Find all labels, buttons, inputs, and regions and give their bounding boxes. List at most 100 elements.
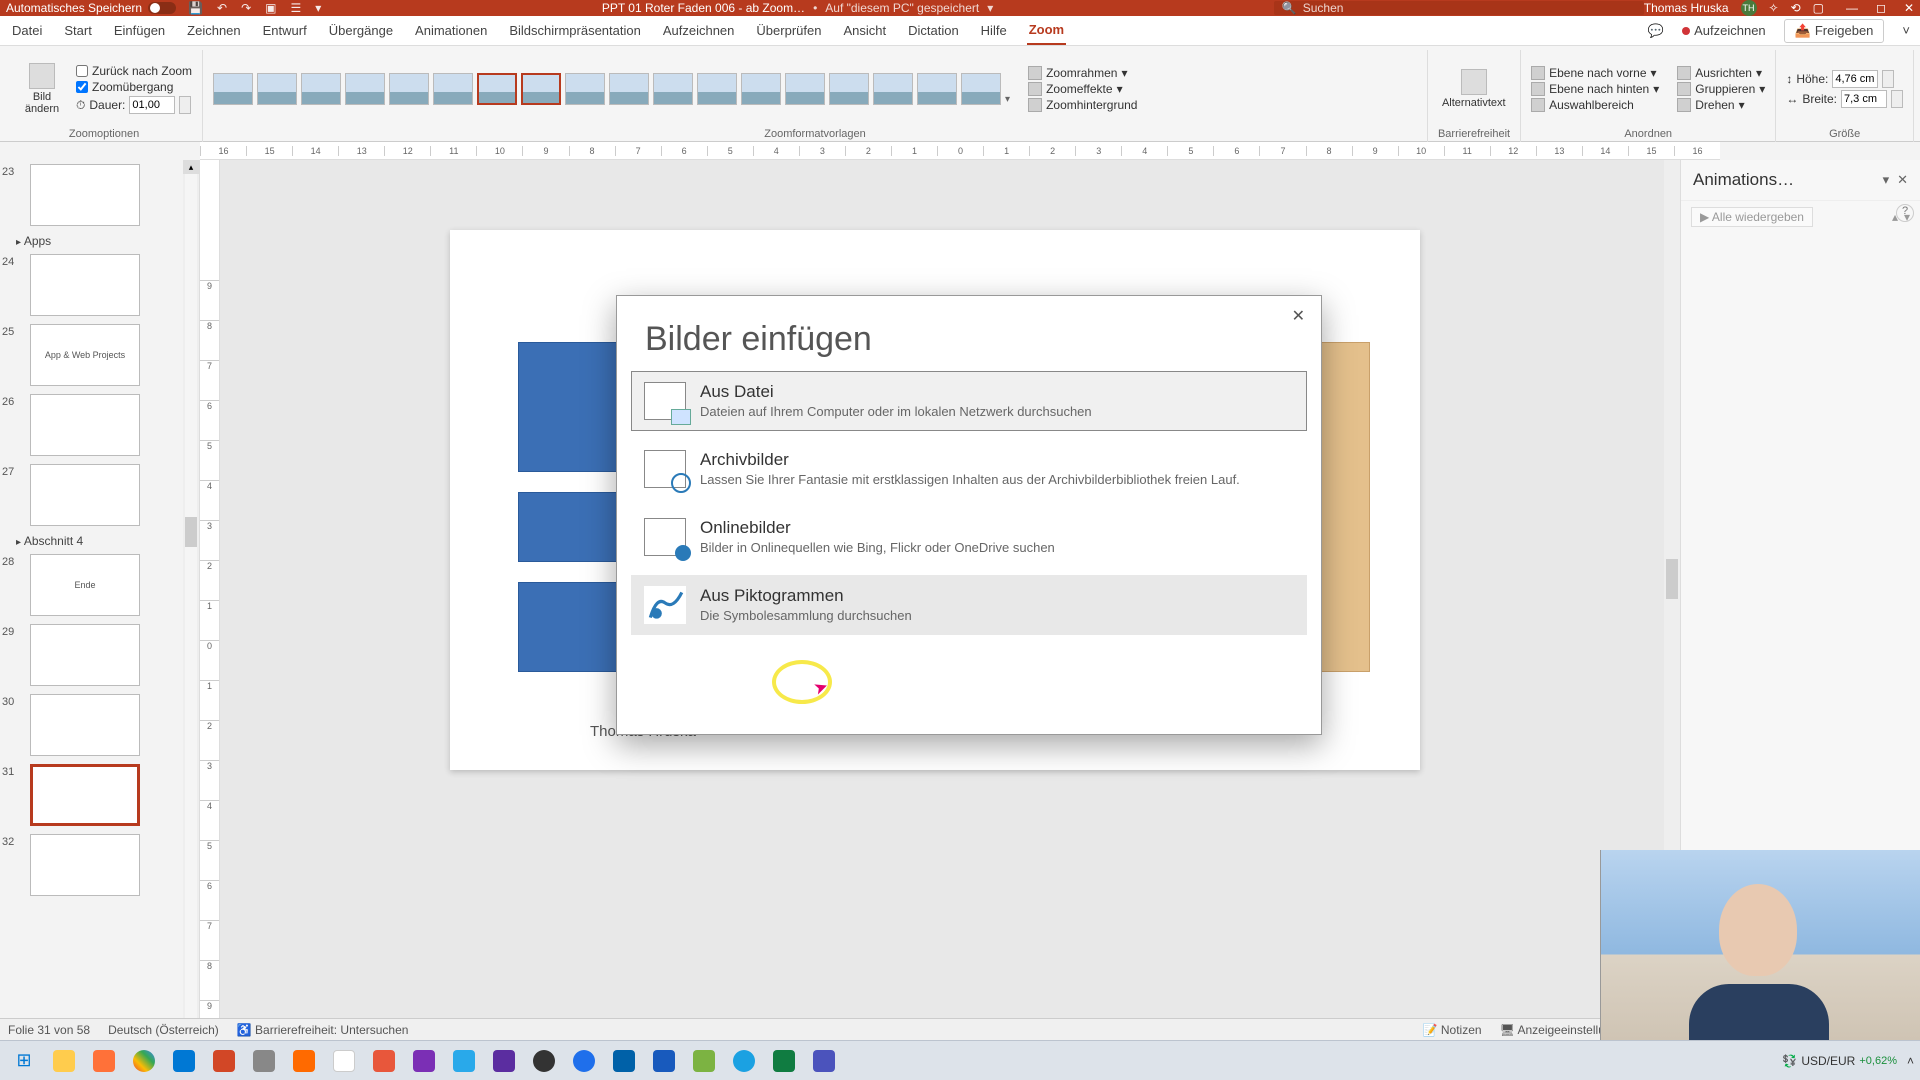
maximize-button[interactable]: ◻: [1876, 1, 1886, 15]
gallery-more-icon[interactable]: ▾: [1005, 94, 1010, 105]
notes-button[interactable]: 📝 Notizen: [1423, 1023, 1482, 1037]
group-button[interactable]: Gruppieren ▾: [1677, 82, 1765, 96]
insert-option-picto[interactable]: Aus PiktogrammenDie Symbolesammlung durc…: [631, 575, 1307, 635]
style-thumb[interactable]: [873, 73, 913, 105]
taskbar-app[interactable]: [246, 1045, 282, 1077]
redo-icon[interactable]: ↷: [241, 1, 251, 15]
return-to-zoom-checkbox[interactable]: Zurück nach Zoom: [76, 64, 192, 78]
style-thumb[interactable]: [653, 73, 693, 105]
taskbar-app[interactable]: [406, 1045, 442, 1077]
taskbar-app[interactable]: [726, 1045, 762, 1077]
send-backward-button[interactable]: Ebene nach hinten ▾: [1531, 82, 1659, 96]
taskbar-app[interactable]: [206, 1045, 242, 1077]
tab-entwurf[interactable]: Entwurf: [261, 17, 309, 44]
zoom-style-gallery[interactable]: ▾: [213, 73, 1010, 105]
tab-uebergaenge[interactable]: Übergänge: [327, 17, 395, 44]
spinner-arrows-icon[interactable]: [1891, 90, 1903, 108]
slide-thumbnail[interactable]: 32: [0, 830, 199, 900]
close-window-button[interactable]: ✕: [1904, 1, 1914, 15]
slide-thumbnail[interactable]: 31: [0, 760, 199, 830]
insert-option-online[interactable]: OnlinebilderBilder in Onlinequellen wie …: [631, 507, 1307, 567]
record-button[interactable]: Aufzeichnen: [1682, 23, 1766, 38]
taskbar-app[interactable]: [486, 1045, 522, 1077]
qat-overflow-icon[interactable]: ▾: [315, 1, 321, 15]
tab-ueberpruefen[interactable]: Überprüfen: [754, 17, 823, 44]
zoombackground-button[interactable]: Zoomhintergrund: [1028, 98, 1137, 112]
tab-animationen[interactable]: Animationen: [413, 17, 489, 44]
style-thumb[interactable]: [785, 73, 825, 105]
slide-thumbnail[interactable]: 25App & Web Projects: [0, 320, 199, 390]
bring-forward-button[interactable]: Ebene nach vorne ▾: [1531, 66, 1659, 80]
selection-pane-button[interactable]: Auswahlbereich: [1531, 98, 1659, 112]
taskbar-app[interactable]: [566, 1045, 602, 1077]
spinner-arrows-icon[interactable]: [1882, 70, 1894, 88]
style-thumb[interactable]: [257, 73, 297, 105]
scroll-thumb[interactable]: [185, 517, 197, 547]
tab-bildschirmpraesentation[interactable]: Bildschirmpräsentation: [507, 17, 643, 44]
style-thumb[interactable]: [609, 73, 649, 105]
taskbar-app[interactable]: [286, 1045, 322, 1077]
style-thumb[interactable]: [345, 73, 385, 105]
tab-zoom[interactable]: Zoom: [1027, 16, 1066, 45]
taskbar-app[interactable]: [446, 1045, 482, 1077]
tab-aufzeichnen[interactable]: Aufzeichnen: [661, 17, 737, 44]
style-thumb[interactable]: [565, 73, 605, 105]
rotate-button[interactable]: Drehen ▾: [1677, 98, 1765, 112]
currency-widget[interactable]: 💱 USD/EUR +0,62%: [1782, 1054, 1897, 1068]
window-mode-icon[interactable]: ▢: [1813, 1, 1824, 15]
autosave-switch-icon[interactable]: [148, 2, 176, 14]
slide-thumbnail[interactable]: 28Ende: [0, 550, 199, 620]
taskbar-app[interactable]: [606, 1045, 642, 1077]
scroll-up-icon[interactable]: ▴: [183, 160, 199, 174]
section-header[interactable]: Abschnitt 4: [0, 530, 199, 550]
taskbar-app[interactable]: [806, 1045, 842, 1077]
help-icon[interactable]: ?: [1896, 204, 1914, 222]
tab-dictation[interactable]: Dictation: [906, 17, 961, 44]
comments-button[interactable]: 💬: [1648, 23, 1664, 39]
zoomeffects-button[interactable]: Zoomeffekte ▾: [1028, 82, 1137, 96]
taskbar-app[interactable]: [526, 1045, 562, 1077]
thumbnails-scrollbar[interactable]: ▴ ▾: [183, 160, 199, 1046]
change-image-button[interactable]: Bild ändern: [16, 61, 68, 117]
scroll-thumb[interactable]: [1666, 559, 1678, 599]
tab-ansicht[interactable]: Ansicht: [841, 17, 888, 44]
share-button[interactable]: 📤 Freigeben: [1784, 19, 1885, 43]
slide-thumbnail[interactable]: 29: [0, 620, 199, 690]
style-thumb[interactable]: [433, 73, 473, 105]
width-spinner[interactable]: ↔Breite:: [1786, 90, 1903, 108]
taskbar-app[interactable]: [166, 1045, 202, 1077]
taskbar-app[interactable]: [86, 1045, 122, 1077]
present-icon[interactable]: ▣: [265, 1, 276, 15]
ribbon-collapse-icon[interactable]: ˅: [1902, 23, 1910, 38]
style-thumb[interactable]: [301, 73, 341, 105]
tab-einfuegen[interactable]: Einfügen: [112, 17, 167, 44]
align-button[interactable]: Ausrichten ▾: [1677, 66, 1765, 80]
pane-options-icon[interactable]: ▾: [1883, 172, 1890, 188]
minimize-button[interactable]: —: [1846, 1, 1858, 15]
play-all-button[interactable]: ▶ Alle wiedergeben: [1691, 207, 1813, 227]
coming-soon-icon[interactable]: ✧: [1769, 1, 1779, 15]
tray-overflow-icon[interactable]: ˄: [1907, 1054, 1914, 1068]
style-thumb[interactable]: [521, 73, 561, 105]
language-indicator[interactable]: Deutsch (Österreich): [108, 1023, 219, 1037]
save-icon[interactable]: 💾: [188, 1, 203, 15]
spinner-arrows-icon[interactable]: [179, 96, 191, 114]
insert-option-stock[interactable]: ArchivbilderLassen Sie Ihrer Fantasie mi…: [631, 439, 1307, 499]
slide-thumbnail[interactable]: 24: [0, 250, 199, 320]
sync-icon[interactable]: ⟲: [1791, 1, 1801, 15]
tab-start[interactable]: Start: [62, 17, 93, 44]
style-thumb[interactable]: [741, 73, 781, 105]
height-spinner[interactable]: ↕Höhe:: [1786, 70, 1903, 88]
alttext-button[interactable]: Alternativtext: [1438, 67, 1510, 111]
slide-thumbnail[interactable]: 30: [0, 690, 199, 760]
start-button[interactable]: ⊞: [6, 1045, 42, 1077]
slide-thumbnail[interactable]: 27: [0, 460, 199, 530]
slide-thumbnail[interactable]: 23: [0, 160, 199, 230]
taskbar-app[interactable]: [766, 1045, 802, 1077]
style-thumb[interactable]: [917, 73, 957, 105]
style-thumb[interactable]: [961, 73, 1001, 105]
user-avatar[interactable]: TH: [1741, 0, 1757, 16]
style-thumb[interactable]: [829, 73, 869, 105]
autosave-toggle[interactable]: Automatisches Speichern: [6, 1, 176, 15]
system-tray[interactable]: 💱 USD/EUR +0,62% ˄: [1782, 1054, 1914, 1068]
